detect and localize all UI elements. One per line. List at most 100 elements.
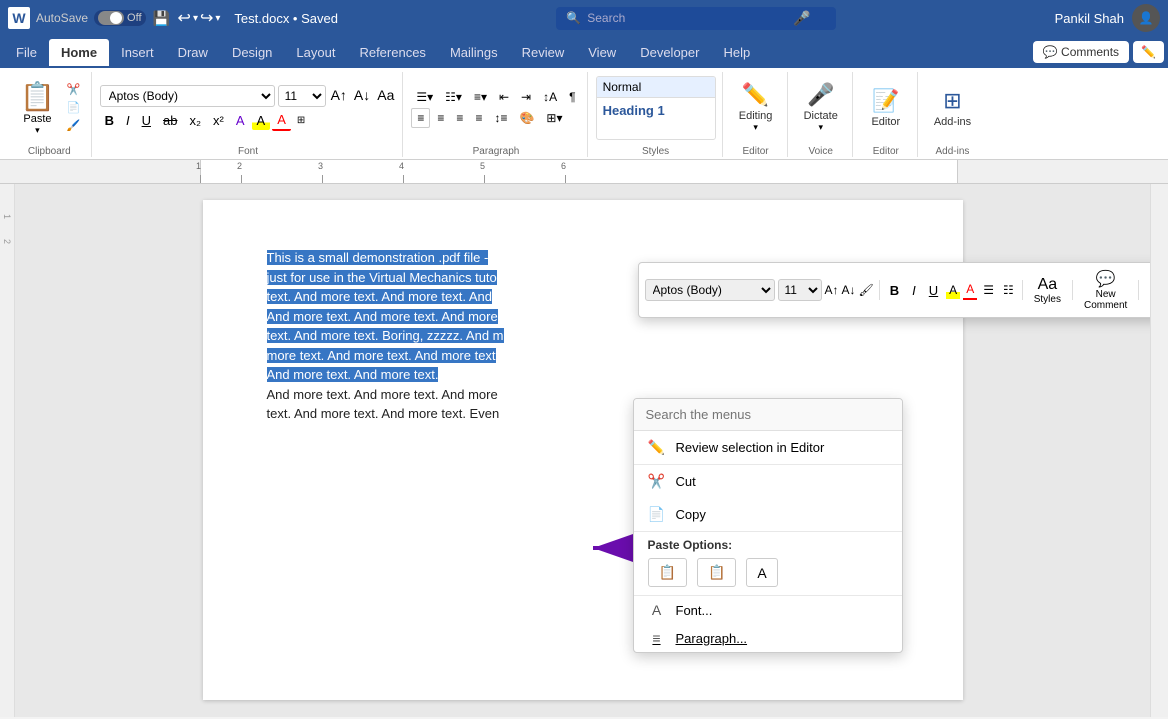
borders-button[interactable]: ⊞▾ — [541, 108, 567, 128]
editor-button[interactable]: 📝 Editor — [861, 84, 911, 132]
font-name-select[interactable]: Aptos (Body) — [100, 85, 275, 107]
undo-button[interactable]: ↩ — [178, 8, 191, 28]
paste-dropdown-icon[interactable]: ▾ — [35, 125, 40, 136]
format-painter-button[interactable]: 🖌️ — [63, 117, 85, 134]
ctx-copy[interactable]: 📄 Copy — [634, 498, 902, 531]
selected-text-7: And more text. And more text. — [267, 367, 439, 382]
tab-layout[interactable]: Layout — [284, 39, 347, 66]
bold-button[interactable]: B — [100, 111, 119, 130]
italic-button[interactable]: I — [121, 111, 135, 130]
shading-button[interactable]: 🎨 — [514, 108, 539, 128]
undo-dropdown-icon[interactable]: ▾ — [193, 13, 198, 24]
tab-references[interactable]: References — [347, 39, 437, 66]
paragraph-icon: ≡ — [648, 630, 666, 646]
ft-font-color-icon[interactable]: A — [963, 280, 977, 300]
cut-button[interactable]: ✂️ — [63, 81, 85, 98]
editor-control: 📝 Editor — [861, 72, 911, 143]
ft-new-comment-button[interactable]: 💬 New Comment — [1078, 267, 1133, 313]
ctx-paragraph[interactable]: ≡ Paragraph... — [634, 624, 902, 652]
ft-format-icon[interactable]: 🖌 — [859, 283, 874, 297]
font-label: Font — [238, 143, 258, 157]
justify-button[interactable]: ≡ — [470, 108, 487, 128]
bullets-button[interactable]: ☰▾ — [411, 88, 438, 106]
text-effect-button[interactable]: A — [231, 111, 250, 130]
editing-button[interactable]: ✏️ — [1133, 41, 1164, 63]
ft-size-select[interactable]: 11 — [778, 279, 822, 301]
tab-file[interactable]: File — [4, 39, 49, 66]
clear-format-icon[interactable]: Aa — [375, 85, 396, 107]
underline-button[interactable]: U — [137, 111, 156, 130]
word-logo-icon: W — [8, 7, 30, 29]
quick-access-dropdown[interactable]: ▾ — [215, 13, 220, 24]
tab-help[interactable]: Help — [711, 39, 762, 66]
ft-styles-button[interactable]: Aa Styles — [1028, 274, 1067, 307]
ft-italic-button[interactable]: I — [907, 281, 921, 300]
ft-underline-button[interactable]: U — [924, 281, 943, 300]
editing-group-label: Editor — [743, 143, 769, 157]
decrease-indent-button[interactable]: ⇤ — [494, 88, 514, 106]
increase-font-icon[interactable]: A↑ — [329, 85, 349, 107]
tab-review[interactable]: Review — [510, 39, 577, 66]
tab-home[interactable]: Home — [49, 39, 109, 66]
floating-toolbar: Aptos (Body) 11 A↑ A↓ 🖌 B I U A A ☰ ☷ Aa — [638, 262, 1151, 318]
ft-highlight-icon[interactable]: A — [946, 281, 960, 299]
highlight-button[interactable]: A — [252, 111, 271, 130]
font-group-dialog[interactable]: ⊞ — [297, 115, 305, 126]
increase-indent-button[interactable]: ⇥ — [516, 88, 536, 106]
search-input[interactable] — [587, 11, 787, 25]
superscript-button[interactable]: x² — [208, 111, 229, 130]
autosave-toggle[interactable]: Off — [94, 10, 145, 26]
show-formatting-button[interactable]: ¶ — [564, 88, 580, 106]
ft-bullets-icon[interactable]: ☰ — [980, 281, 997, 299]
decrease-font-icon[interactable]: A↓ — [352, 85, 372, 107]
ribbon-right: 💬 Comments ✏️ — [1033, 41, 1164, 63]
ctx-font[interactable]: A Font... — [634, 596, 902, 624]
tab-view[interactable]: View — [576, 39, 628, 66]
font-color-button[interactable]: A — [272, 110, 291, 131]
paste-text-only-button[interactable]: A — [746, 558, 777, 587]
strikethrough-button[interactable]: ab — [158, 111, 182, 130]
editing-dropdown-icon[interactable]: ▾ — [753, 122, 758, 133]
tab-mailings[interactable]: Mailings — [438, 39, 510, 66]
redo-button[interactable]: ↪ — [200, 8, 213, 28]
context-menu-search[interactable] — [634, 399, 902, 431]
ft-bold-button[interactable]: B — [885, 281, 904, 300]
tab-developer[interactable]: Developer — [628, 39, 711, 66]
paste-keep-source-button[interactable]: 📋 — [648, 558, 687, 587]
ft-styles-label: Styles — [1034, 294, 1061, 305]
ctx-review-selection[interactable]: ✏️ Review selection in Editor — [634, 431, 902, 464]
align-right-button[interactable]: ≡ — [451, 108, 468, 128]
microphone-icon[interactable]: 🎤 — [793, 10, 810, 27]
ft-increase-font-icon[interactable]: A↑ — [825, 283, 839, 297]
paste-merge-button[interactable]: 📋 — [697, 558, 736, 587]
doc-area[interactable]: This is a small demonstration .pdf file … — [15, 184, 1150, 717]
tab-insert[interactable]: Insert — [109, 39, 166, 66]
save-button[interactable]: 💾 — [152, 8, 172, 28]
toolbar-separator-4 — [1138, 280, 1139, 300]
sort-button[interactable]: ↕A — [538, 88, 562, 106]
paste-button[interactable]: 📋 Paste ▾ — [14, 76, 61, 140]
editing-button-ribbon[interactable]: ✏️ Editing ▾ — [731, 78, 781, 137]
numbering-button[interactable]: ☷▾ — [440, 88, 467, 106]
ft-numbering-icon[interactable]: ☷ — [1000, 281, 1017, 299]
dictate-dropdown-icon[interactable]: ▾ — [818, 122, 823, 133]
ft-decrease-font-icon[interactable]: A↓ — [842, 283, 856, 297]
ctx-cut[interactable]: ✂️ Cut — [634, 465, 902, 498]
comments-button[interactable]: 💬 Comments — [1033, 41, 1129, 63]
tab-design[interactable]: Design — [220, 39, 284, 66]
dictate-button[interactable]: 🎤 Dictate ▾ — [796, 78, 846, 137]
line-spacing-button[interactable]: ↕≡ — [489, 108, 512, 128]
addins-button[interactable]: ⊞ Add-ins — [926, 84, 979, 132]
font-size-select[interactable]: 11 — [278, 85, 326, 107]
editing-label: Editing — [739, 110, 773, 122]
copy-button[interactable]: 📄 — [63, 99, 85, 116]
paste-label: Paste — [23, 113, 51, 125]
avatar[interactable]: 👤 — [1132, 4, 1160, 32]
multilevel-button[interactable]: ≡▾ — [469, 88, 492, 106]
tab-draw[interactable]: Draw — [166, 39, 220, 66]
align-center-button[interactable]: ≡ — [432, 108, 449, 128]
align-left-button[interactable]: ≡ — [411, 108, 430, 128]
subscript-button[interactable]: x₂ — [184, 111, 206, 130]
ft-font-select[interactable]: Aptos (Body) — [645, 279, 775, 301]
ft-line-spacing-button[interactable]: ↕≡ Line and Paragraph Spacing — [1144, 268, 1150, 312]
